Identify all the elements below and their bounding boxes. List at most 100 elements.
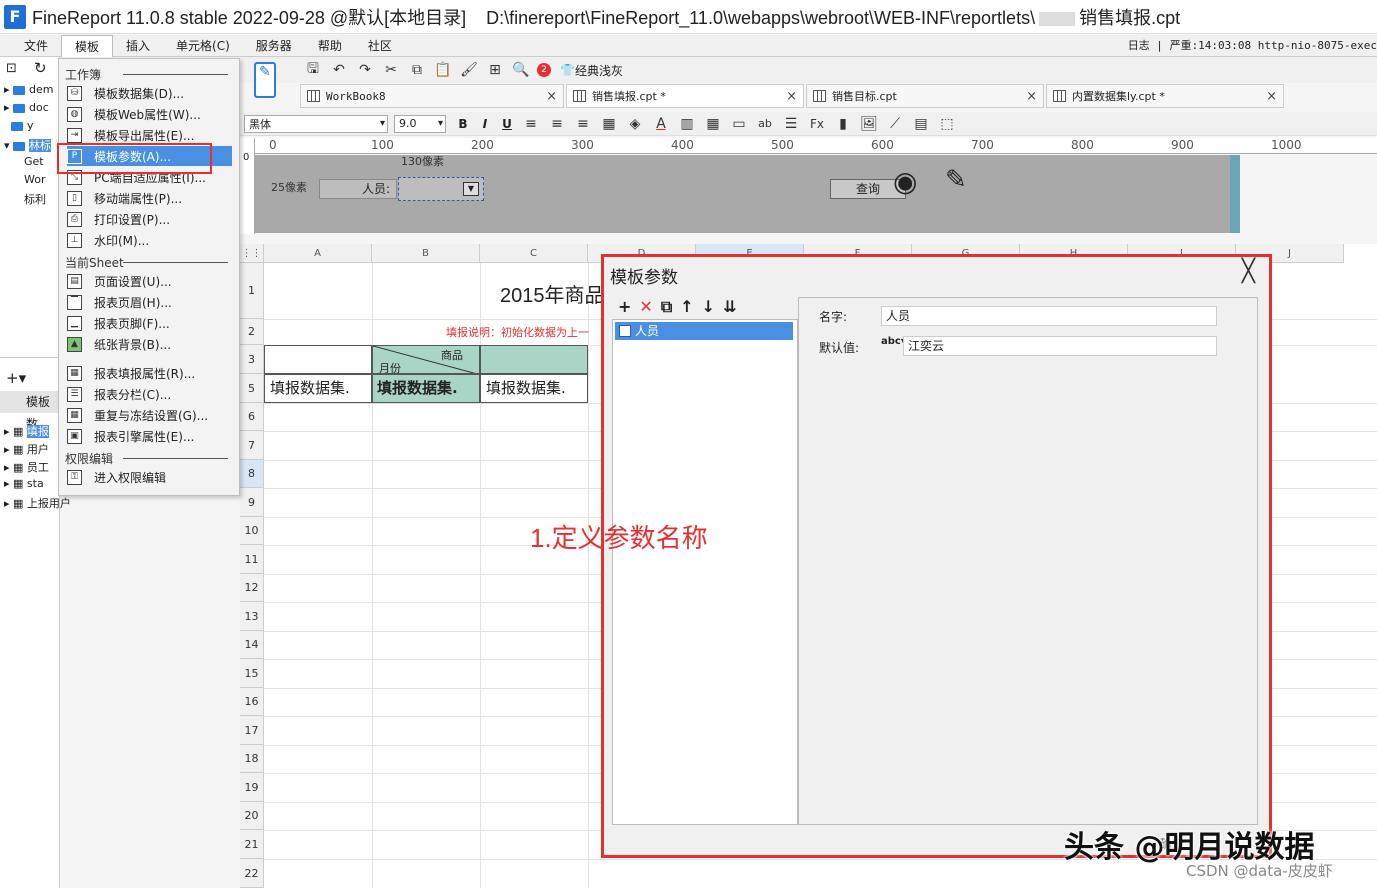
tree-item[interactable]: Get: [24, 155, 44, 168]
save-icon[interactable]: 🖫: [303, 61, 323, 79]
column-header[interactable]: C: [480, 244, 588, 263]
menu-cell[interactable]: 单元格(C): [163, 35, 243, 57]
font-size-select[interactable]: 9.0 ▾: [394, 114, 446, 133]
diagonal-header-cell[interactable]: 商品 月份: [372, 345, 480, 374]
insert-formula-icon[interactable]: Fx: [807, 115, 827, 133]
row-header[interactable]: 19: [240, 773, 264, 802]
column-header[interactable]: B: [372, 244, 480, 263]
redo-icon[interactable]: ↷: [355, 61, 375, 79]
menu-server[interactable]: 服务器: [243, 35, 305, 57]
undo-icon[interactable]: ↶: [329, 61, 349, 79]
row-header[interactable]: 15: [240, 659, 264, 688]
data-cell-c5[interactable]: 填报数据集.: [480, 374, 588, 403]
menu-community[interactable]: 社区: [355, 35, 405, 57]
menu-item-report-footer[interactable]: ▁ 报表页脚(F)...: [67, 313, 232, 333]
close-tab-icon[interactable]: ×: [786, 89, 797, 104]
insert-image-icon[interactable]: 🖼: [859, 115, 879, 133]
cut-icon[interactable]: ✂: [381, 61, 401, 79]
insert-float-icon[interactable]: ⬚: [937, 115, 957, 133]
row-header[interactable]: 9: [240, 488, 264, 517]
insert-slash-icon[interactable]: ⟋: [885, 115, 905, 133]
tab-sales-entry[interactable]: 销售填报.cpt * ×: [566, 84, 804, 108]
tree-item[interactable]: ▸ ▦ 填报: [4, 423, 49, 439]
param-pane-scrollbar[interactable]: [1230, 155, 1240, 233]
row-header[interactable]: 17: [240, 716, 264, 745]
menu-item-report-header[interactable]: ▔ 报表页眉(H)...: [67, 292, 232, 312]
row-header[interactable]: 18: [240, 745, 264, 773]
row-header[interactable]: 7: [240, 431, 264, 460]
menu-item-page-setup[interactable]: ▤ 页面设置(U)...: [67, 271, 232, 291]
fill-color-icon[interactable]: ◈: [625, 115, 645, 133]
menu-item-report-columns[interactable]: ☰ 报表分栏(C)...: [67, 384, 232, 404]
data-cell-a5[interactable]: 填报数据集.: [264, 374, 372, 403]
align-right-icon[interactable]: ≡: [573, 115, 593, 133]
notification-badge[interactable]: 2: [537, 63, 551, 77]
menu-item-watermark[interactable]: ⊥ 水印(M)...: [67, 230, 232, 250]
classic-theme-button[interactable]: 👕 经典浅灰: [560, 62, 623, 79]
panel-tab[interactable]: 模板数: [0, 391, 60, 431]
parameter-pane[interactable]: 130像素 25像素 人员: ▼ 查询 ◉ ✎: [255, 155, 1230, 233]
italic-button[interactable]: I: [474, 117, 496, 131]
column-header[interactable]: A: [264, 244, 372, 263]
unmerge-icon[interactable]: ▦: [703, 115, 723, 133]
font-color-icon[interactable]: A: [651, 115, 671, 133]
insert-text-icon[interactable]: ▭: [729, 115, 749, 133]
preview-icon[interactable]: ⊞: [485, 61, 505, 79]
copy-icon[interactable]: ⧉: [407, 61, 427, 79]
bold-button[interactable]: B: [452, 117, 474, 131]
row-header[interactable]: 16: [240, 688, 264, 716]
row-header[interactable]: 11: [240, 545, 264, 574]
add-icon[interactable]: +▾: [6, 369, 26, 387]
header-cell[interactable]: [480, 345, 588, 374]
row-header[interactable]: 1: [240, 263, 264, 319]
person-label[interactable]: 人员:: [319, 179, 397, 199]
menu-item-paper-background[interactable]: ▲ 纸张背景(B)...: [67, 334, 232, 354]
menu-item-template-dataset[interactable]: ⛁ 模板数据集(D)...: [67, 83, 232, 103]
menu-insert[interactable]: 插入: [113, 35, 163, 57]
row-header[interactable]: 10: [240, 517, 264, 545]
tree-item[interactable]: 标利: [24, 191, 46, 207]
log-status[interactable]: 日志 | 严重:14:03:08 http-nio-8075-exec: [1128, 35, 1377, 57]
tab-workbook8[interactable]: WorkBook8 ×: [300, 84, 564, 108]
row-header[interactable]: 13: [240, 602, 264, 631]
corner-cell[interactable]: ⋮⋮: [240, 244, 264, 263]
menu-template[interactable]: 模板: [61, 34, 114, 57]
align-center-icon[interactable]: ≡: [547, 115, 567, 133]
tree-item[interactable]: ▸ dem: [4, 83, 54, 96]
insert-richtext-icon[interactable]: ☰: [781, 115, 801, 133]
menu-item-mobile-properties[interactable]: ▯ 移动端属性(P)...: [67, 188, 232, 208]
align-left-icon[interactable]: ≡: [521, 115, 541, 133]
report-title-cell[interactable]: 2015年商品: [500, 279, 605, 308]
close-tab-icon[interactable]: ×: [1266, 89, 1277, 104]
person-combobox[interactable]: ▼: [398, 177, 484, 201]
row-header[interactable]: 2: [240, 319, 264, 345]
row-header[interactable]: 12: [240, 574, 264, 602]
underline-button[interactable]: U: [496, 117, 518, 131]
data-cell-b5[interactable]: 填报数据集.: [372, 374, 480, 403]
menu-item-enter-permission-edit[interactable]: ⚿ 进入权限编辑: [67, 467, 232, 487]
tab-builtin-dataset[interactable]: 内置数据集ly.cpt * ×: [1046, 84, 1284, 108]
menu-item-export-properties[interactable]: ⇥ 模板导出属性(E)...: [67, 125, 232, 145]
format-painter-icon[interactable]: 🖌: [459, 61, 479, 79]
menu-help[interactable]: 帮助: [305, 35, 355, 57]
insert-ab-icon[interactable]: ab: [755, 115, 775, 133]
font-family-select[interactable]: 黑体 ▾: [244, 114, 388, 133]
tree-item[interactable]: ▾ 林标: [4, 137, 52, 153]
refresh-icon[interactable]: ↻: [34, 59, 47, 77]
menu-file[interactable]: 文件: [0, 35, 61, 57]
border-icon[interactable]: ▦: [599, 115, 619, 133]
fill-note-cell[interactable]: 填报说明：初始化数据为上一: [446, 324, 589, 340]
insert-chart-icon[interactable]: ▮: [833, 115, 853, 133]
row-header[interactable]: 14: [240, 631, 264, 659]
search-icon[interactable]: 🔍: [511, 61, 531, 79]
tree-item[interactable]: y: [4, 119, 34, 132]
tree-item[interactable]: ▸ ▦ 上报用户: [4, 495, 71, 511]
row-header[interactable]: 20: [240, 802, 264, 830]
row-header[interactable]: 8: [240, 460, 264, 488]
tree-item[interactable]: ▸ ▦ 用户: [4, 441, 49, 457]
row-header[interactable]: 22: [240, 859, 264, 888]
row-header[interactable]: 3: [240, 345, 264, 374]
row-header[interactable]: 21: [240, 830, 264, 859]
menu-item-fill-properties[interactable]: ▦ 报表填报属性(R)...: [67, 363, 232, 383]
new-template-icon[interactable]: ✎: [254, 62, 276, 98]
